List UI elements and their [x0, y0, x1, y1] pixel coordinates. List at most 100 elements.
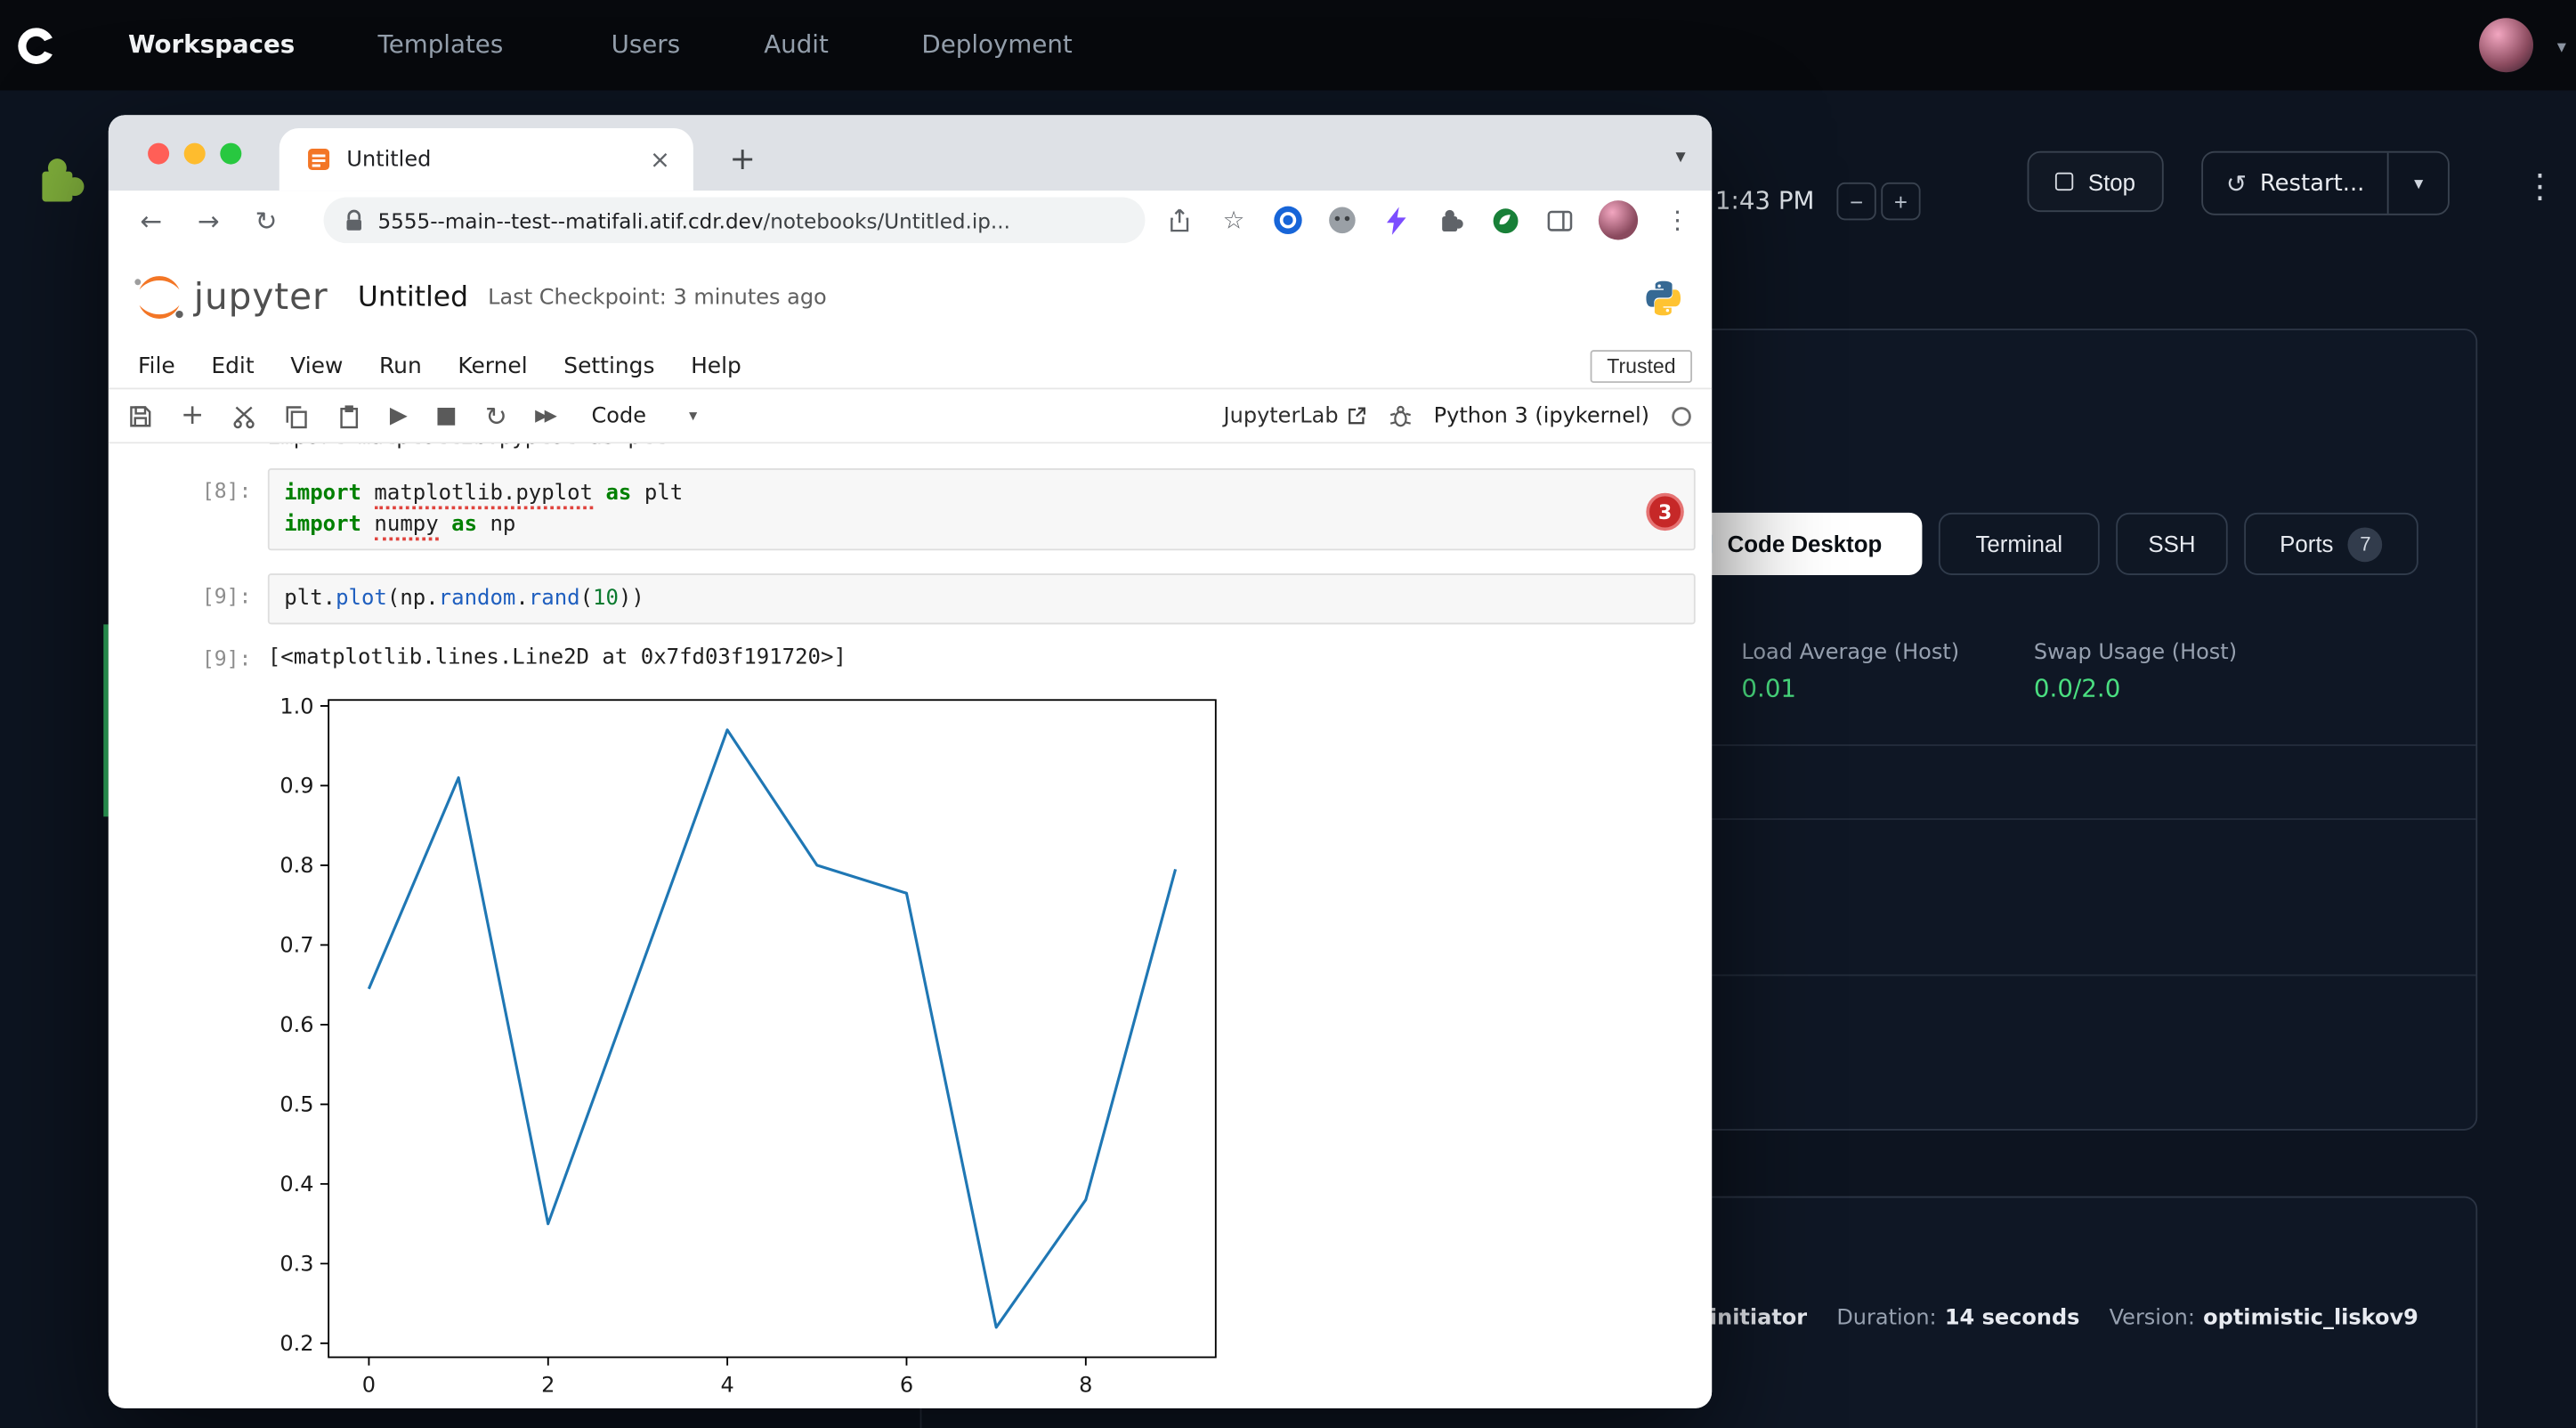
menu-view[interactable]: View — [290, 353, 343, 380]
cell-type-select[interactable]: Code ▾ — [592, 403, 698, 428]
restart-options-caret[interactable]: ▾ — [2387, 153, 2448, 214]
url-domain: 5555--main--test--matifali.atif.cdr.dev — [378, 207, 764, 232]
cell-output-row: [9]: [<matplotlib.lines.Line2D at 0x7fd0… — [109, 641, 1712, 670]
zoom-in-button[interactable]: + — [1881, 183, 1920, 220]
jupyterlab-link[interactable]: JupyterLab — [1224, 403, 1366, 428]
window-controls — [148, 143, 241, 165]
extension-icon-gray[interactable] — [1327, 206, 1357, 235]
screen: Workspaces Templates Users Audit Deploym… — [0, 0, 2576, 1428]
menu-help[interactable]: Help — [691, 353, 741, 380]
extension-icon-green[interactable] — [1490, 206, 1519, 235]
code-cell-8: [8]: import matplotlib.pyplot as pltimpo… — [109, 468, 1712, 550]
notebook-title[interactable]: Untitled — [358, 281, 468, 314]
tab-close-icon[interactable]: × — [643, 144, 676, 174]
reload-icon[interactable]: ↻ — [250, 205, 283, 236]
chevron-down-icon: ▾ — [689, 407, 697, 425]
build-meta-row: Reason:initiator Duration:14 seconds Ver… — [1616, 1306, 2418, 1331]
menu-run[interactable]: Run — [379, 353, 422, 380]
run-all-cells-icon[interactable]: ▶▶ — [535, 407, 554, 425]
debugger-bug-icon[interactable] — [1388, 403, 1413, 428]
toolbar-right: JupyterLab Python 3 (ipykernel) — [1224, 403, 1692, 428]
notification-badge[interactable]: 3 — [1646, 493, 1683, 531]
paste-cells-icon[interactable] — [337, 403, 362, 428]
save-icon[interactable] — [128, 403, 153, 428]
terminal-button[interactable]: Terminal — [1939, 513, 2100, 575]
output-prompt: [9]: — [109, 641, 268, 670]
zoom-out-button[interactable]: − — [1836, 183, 1875, 220]
share-icon[interactable] — [1165, 206, 1195, 235]
nav-audit[interactable]: Audit — [764, 29, 829, 59]
menu-edit[interactable]: Edit — [211, 353, 254, 380]
coder-top-nav: Workspaces Templates Users Audit Deploym… — [0, 0, 2576, 91]
restart-icon: ↺ — [2226, 168, 2247, 198]
svg-text:0.2: 0.2 — [279, 1331, 313, 1356]
menu-kernel[interactable]: Kernel — [458, 353, 527, 380]
browser-titlebar: Untitled × + ▾ — [109, 115, 1712, 191]
notebook-area: import matplotlib.pyplot as plt [8]: imp… — [109, 443, 1712, 1408]
chevron-down-icon[interactable]: ▾ — [2557, 37, 2566, 58]
run-cell-icon[interactable]: ▶ — [390, 402, 408, 429]
cell-input[interactable]: import matplotlib.pyplot as pltimport nu… — [268, 468, 1696, 550]
close-window-button[interactable] — [148, 143, 169, 165]
svg-text:0.7: 0.7 — [279, 933, 313, 958]
python-logo-icon — [1645, 279, 1682, 316]
coder-logo-icon[interactable] — [13, 23, 60, 69]
add-cell-icon[interactable]: + — [181, 399, 204, 432]
svg-text:0.8: 0.8 — [279, 853, 313, 878]
svg-text:0.4: 0.4 — [279, 1172, 313, 1197]
clipped-cell-fragment: import matplotlib.pyplot as plt — [268, 443, 1712, 458]
browser-tab[interactable]: Untitled × — [279, 128, 693, 191]
user-avatar[interactable] — [2479, 18, 2533, 72]
new-tab-button[interactable]: + — [719, 138, 766, 181]
build-version: Version:optimistic_liskov9 — [2110, 1306, 2418, 1331]
cell-input[interactable]: plt.plot(np.random.rand(10)) — [268, 573, 1696, 624]
svg-text:0.6: 0.6 — [279, 1012, 313, 1037]
ssh-button[interactable]: SSH — [2116, 513, 2228, 575]
jupyter-header: jupyter Untitled Last Checkpoint: 3 minu… — [109, 250, 1712, 345]
puzzle-extension-icon[interactable] — [33, 153, 89, 209]
tab-search-chevron-icon[interactable]: ▾ — [1676, 144, 1686, 167]
nav-workspaces[interactable]: Workspaces — [128, 29, 295, 59]
back-icon[interactable]: ← — [134, 205, 167, 236]
clock-text: 1:43 PM — [1715, 186, 1815, 215]
minimize-window-button[interactable] — [184, 143, 206, 165]
lightning-extension-icon[interactable] — [1381, 206, 1411, 235]
svg-text:2: 2 — [541, 1372, 555, 1397]
restart-split-button: ↺ Restart... ▾ — [2201, 151, 2450, 215]
sidebar-toggle-icon[interactable] — [1544, 206, 1574, 235]
nav-templates[interactable]: Templates — [378, 29, 504, 59]
restart-button[interactable]: ↺ Restart... — [2203, 153, 2387, 214]
url-bar[interactable]: 5555--main--test--matifali.atif.cdr.dev … — [324, 197, 1146, 243]
nav-deployment[interactable]: Deployment — [921, 29, 1072, 59]
stop-icon — [2055, 173, 2073, 191]
forward-icon[interactable]: → — [192, 205, 225, 236]
extensions-puzzle-icon[interactable] — [1436, 206, 1465, 235]
copy-cells-icon[interactable] — [285, 403, 310, 428]
build-duration: Duration:14 seconds — [1836, 1306, 2079, 1331]
kernel-name[interactable]: Python 3 (ipykernel) — [1434, 403, 1649, 428]
load-average-stat: Load Average (Host) 0.01 — [1741, 641, 1959, 703]
browser-menu-kebab-icon[interactable]: ⋮ — [1663, 206, 1692, 235]
restart-kernel-icon[interactable]: ↻ — [485, 400, 507, 431]
lock-icon — [344, 207, 365, 232]
browser-profile-avatar[interactable] — [1599, 200, 1638, 239]
svg-text:0.5: 0.5 — [279, 1092, 313, 1117]
stop-button[interactable]: Stop — [2028, 151, 2164, 212]
browser-toolbar: ← → ↻ 5555--main--test--matifali.atif.cd… — [109, 191, 1712, 249]
ports-button[interactable]: Ports 7 — [2244, 513, 2418, 575]
nav-users[interactable]: Users — [612, 29, 681, 59]
svg-text:8: 8 — [1079, 1372, 1092, 1397]
trusted-button[interactable]: Trusted — [1591, 350, 1692, 383]
menu-settings[interactable]: Settings — [563, 353, 654, 380]
tab-title: Untitled — [346, 147, 643, 172]
cut-cells-icon[interactable] — [232, 403, 257, 428]
jupyter-toolbar: + ▶ ■ ↻ ▶▶ Code ▾ JupyterLab — [109, 389, 1712, 443]
matplotlib-figure: 0.20.30.40.50.60.70.80.91.002468 — [247, 684, 1712, 1408]
ports-count-badge: 7 — [2348, 527, 2383, 562]
bookmark-star-icon[interactable]: ☆ — [1219, 206, 1248, 235]
onepassword-extension-icon[interactable] — [1273, 206, 1302, 235]
interrupt-kernel-icon[interactable]: ■ — [435, 402, 457, 429]
fullscreen-window-button[interactable] — [220, 143, 241, 165]
menu-file[interactable]: File — [138, 353, 175, 380]
workspace-menu-kebab-icon[interactable]: ⋮ — [2510, 159, 2569, 212]
